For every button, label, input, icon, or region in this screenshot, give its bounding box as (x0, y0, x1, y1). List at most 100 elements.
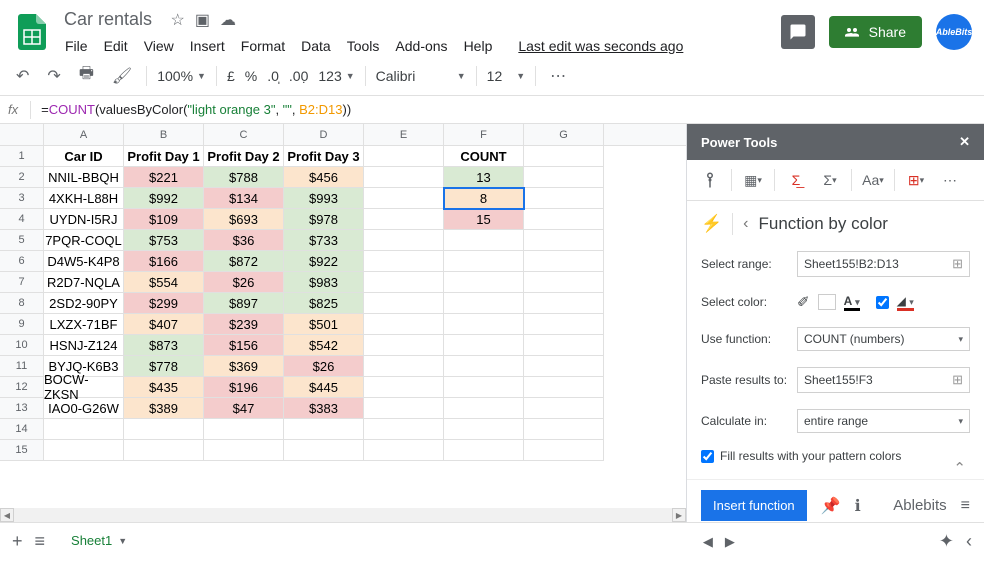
menu-edit[interactable]: Edit (97, 34, 135, 58)
cell[interactable]: $872 (204, 251, 284, 272)
row-header[interactable]: 8 (0, 293, 44, 314)
cell[interactable] (284, 419, 364, 440)
cell[interactable]: $383 (284, 398, 364, 419)
grid-picker-icon[interactable]: ⊞ (952, 256, 963, 272)
fill-results-checkbox[interactable] (701, 450, 714, 463)
cell[interactable]: $196 (204, 377, 284, 398)
cell[interactable]: $109 (124, 209, 204, 230)
help-icon[interactable]: ℹ (855, 496, 861, 516)
cell[interactable]: $47 (204, 398, 284, 419)
comments-button[interactable] (781, 15, 815, 49)
cell[interactable] (524, 356, 604, 377)
cell[interactable] (524, 440, 604, 461)
close-panel-icon[interactable]: ✕ (959, 134, 970, 150)
row-header[interactable]: 9 (0, 314, 44, 335)
menu-view[interactable]: View (137, 34, 181, 58)
cell[interactable]: $693 (204, 209, 284, 230)
cell[interactable]: $456 (284, 167, 364, 188)
header-cell[interactable]: Profit Day 2 (204, 146, 284, 167)
cell[interactable]: 8 (444, 188, 524, 209)
cell[interactable]: $922 (284, 251, 364, 272)
row-header[interactable]: 12 (0, 377, 44, 398)
add-sheet-icon[interactable]: + (12, 531, 23, 552)
cell[interactable] (444, 440, 524, 461)
row-header[interactable]: 13 (0, 398, 44, 419)
cell[interactable]: UYDN-I5RJ (44, 209, 124, 230)
header-cell[interactable]: Profit Day 1 (124, 146, 204, 167)
cell[interactable] (524, 167, 604, 188)
cell[interactable] (524, 251, 604, 272)
header-cell[interactable]: Profit Day 3 (284, 146, 364, 167)
undo-icon[interactable]: ↶ (12, 62, 33, 90)
cell[interactable] (444, 314, 524, 335)
ablebits-brand[interactable]: Ablebits (893, 497, 946, 514)
row-header[interactable]: 7 (0, 272, 44, 293)
scroll-left-icon[interactable]: ◀ (0, 508, 14, 522)
cell[interactable] (364, 314, 444, 335)
cell[interactable] (364, 251, 444, 272)
back-icon[interactable]: ‹ (743, 215, 748, 233)
cell[interactable]: $501 (284, 314, 364, 335)
formula-input[interactable]: =COUNT(valuesByColor("light orange 3", "… (41, 102, 351, 118)
star-icon[interactable]: ☆ (170, 10, 184, 30)
cell[interactable] (444, 419, 524, 440)
row-header[interactable]: 1 (0, 146, 44, 167)
row-header[interactable]: 5 (0, 230, 44, 251)
cell[interactable] (364, 377, 444, 398)
row-header[interactable]: 14 (0, 419, 44, 440)
column-header[interactable]: F (444, 124, 524, 145)
cell[interactable]: BOCW-ZKSN (44, 377, 124, 398)
menu-tools[interactable]: Tools (340, 34, 387, 58)
cell[interactable]: $733 (284, 230, 364, 251)
cell[interactable]: $166 (124, 251, 204, 272)
menu-add-ons[interactable]: Add-ons (388, 34, 454, 58)
pin-icon[interactable]: 📌 (821, 496, 841, 516)
fill-color-picker[interactable] (818, 294, 836, 310)
cell[interactable]: D4W5-K4P8 (44, 251, 124, 272)
cell[interactable]: $407 (124, 314, 204, 335)
font-color-picker[interactable]: A ▾ (844, 294, 860, 311)
cell[interactable] (444, 251, 524, 272)
sheet-tab[interactable]: Sheet1▼ (57, 525, 141, 558)
cell[interactable]: $369 (204, 356, 284, 377)
row-header[interactable]: 11 (0, 356, 44, 377)
formula-bar[interactable]: fx =COUNT(valuesByColor("light orange 3"… (0, 96, 984, 124)
cell[interactable] (364, 293, 444, 314)
cell[interactable] (524, 377, 604, 398)
cell[interactable]: $221 (124, 167, 204, 188)
select-range-input[interactable]: Sheet155!B2:D13⊞ (797, 251, 970, 277)
collapse-icon[interactable]: ⌃ (953, 459, 966, 477)
cell[interactable]: NNIL-BBQH (44, 167, 124, 188)
menu-insert[interactable]: Insert (183, 34, 232, 58)
row-header[interactable]: 15 (0, 440, 44, 461)
header-cell[interactable]: Car ID (44, 146, 124, 167)
column-header[interactable]: E (364, 124, 444, 145)
cell[interactable] (364, 167, 444, 188)
font-size-dropdown[interactable]: 12▼ (487, 68, 526, 84)
calculate-in-dropdown[interactable]: entire range▾ (797, 409, 970, 433)
column-header[interactable]: A (44, 124, 124, 145)
cell[interactable]: $992 (124, 188, 204, 209)
sigma-icon[interactable]: Σ̲ (783, 168, 809, 192)
menu-icon[interactable]: ≡ (961, 497, 970, 515)
cell[interactable] (364, 272, 444, 293)
column-header[interactable]: C (204, 124, 284, 145)
number-format-dropdown[interactable]: 123▼ (318, 68, 354, 84)
paste-results-input[interactable]: Sheet155!F3⊞ (797, 367, 970, 393)
select-all-corner[interactable] (0, 124, 44, 145)
header-cell[interactable] (524, 146, 604, 167)
table-icon[interactable]: ▦ ▾ (740, 168, 766, 192)
cell[interactable] (444, 293, 524, 314)
cell[interactable] (284, 440, 364, 461)
cell[interactable] (364, 230, 444, 251)
cell[interactable] (444, 398, 524, 419)
cell[interactable] (444, 272, 524, 293)
cell[interactable]: $156 (204, 335, 284, 356)
cell[interactable]: $788 (204, 167, 284, 188)
decrease-decimal-button[interactable]: .0̩ (267, 68, 279, 84)
cell[interactable] (204, 419, 284, 440)
menu-format[interactable]: Format (234, 34, 292, 58)
sigma-dropdown-icon[interactable]: Σ ▾ (817, 168, 843, 192)
cell[interactable]: 15 (444, 209, 524, 230)
horizontal-scrollbar[interactable]: ◀ ▶ (0, 508, 686, 522)
